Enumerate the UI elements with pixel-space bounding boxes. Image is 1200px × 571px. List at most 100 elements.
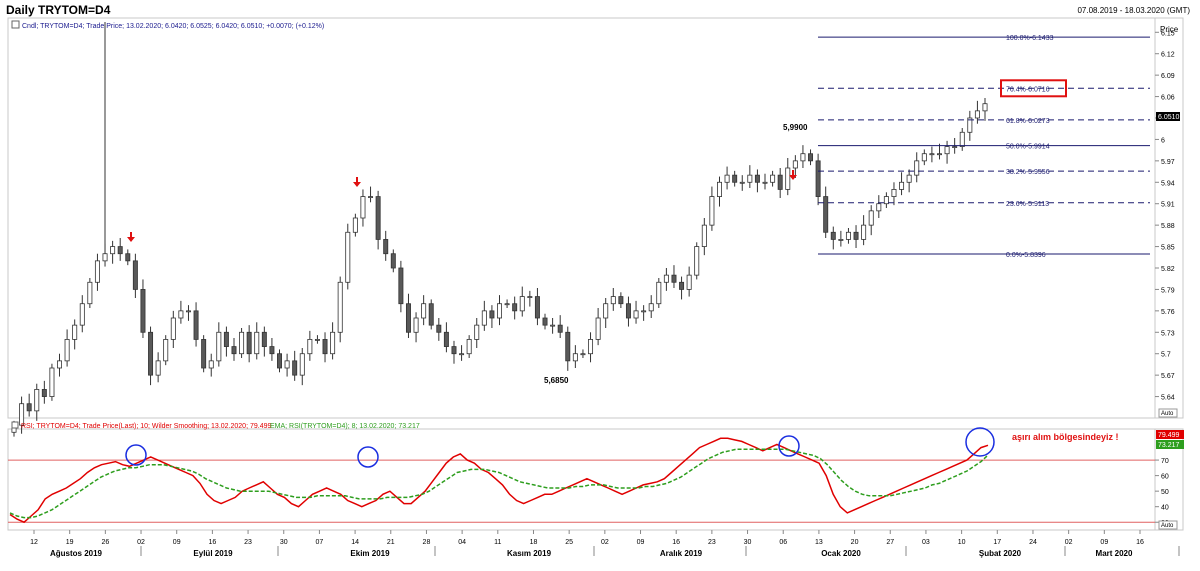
candle [246, 331, 252, 355]
candle [618, 296, 624, 305]
candle [732, 174, 738, 183]
candle [49, 367, 55, 397]
highlight-circle-icon [357, 446, 379, 468]
candle [284, 360, 290, 369]
candle [375, 196, 381, 240]
month-label: Ocak 2020 [821, 549, 861, 558]
candle [148, 331, 154, 376]
candle [231, 346, 237, 355]
price-tick-label: 5.97 [1161, 159, 1175, 166]
candle [178, 310, 184, 319]
candle [974, 110, 980, 119]
candle [223, 331, 229, 347]
candle [906, 174, 912, 183]
candle [102, 253, 108, 262]
price-tick-label: 6.09 [1161, 73, 1175, 80]
candle [557, 324, 563, 333]
rsi-value-label: 79.499 [1158, 432, 1180, 439]
candle [413, 317, 419, 333]
candle [140, 289, 146, 333]
candle [936, 153, 942, 156]
candle [777, 174, 783, 190]
x-tick-label: 27 [886, 539, 894, 546]
price-tick-label: 5.82 [1161, 266, 1175, 273]
candle [944, 146, 950, 155]
candle [443, 331, 449, 347]
candle [132, 260, 138, 290]
candle [823, 196, 829, 233]
fib-label: 0.0%-5.8396 [1006, 252, 1046, 259]
candle [595, 317, 601, 340]
candle [679, 281, 685, 290]
candle [572, 353, 578, 362]
x-tick-label: 06 [779, 539, 787, 546]
candle [792, 160, 798, 169]
candle [79, 303, 85, 326]
candle [838, 239, 844, 241]
candle [815, 160, 821, 197]
candle [982, 103, 988, 112]
candle [307, 339, 313, 355]
candle [633, 310, 639, 319]
candle [527, 296, 533, 298]
candle [208, 360, 214, 369]
x-tick-label: 04 [458, 539, 466, 546]
candle [398, 267, 404, 305]
candle [641, 310, 647, 313]
candle [155, 360, 161, 376]
candle [808, 153, 814, 162]
fib-label: 61.8%-6.0273 [1006, 118, 1050, 125]
fib-label: 23.6%-5.9113 [1006, 201, 1049, 208]
month-label: Ağustos 2019 [50, 549, 103, 558]
candle [709, 196, 715, 226]
x-tick-label: 02 [601, 539, 609, 546]
price-tick-label: 6.06 [1161, 95, 1175, 102]
candle [762, 181, 768, 184]
candle [868, 210, 874, 226]
candle [663, 274, 669, 283]
candle [125, 253, 131, 262]
x-tick-label: 16 [208, 539, 216, 546]
candle [170, 317, 176, 340]
candle [739, 181, 745, 184]
highlight-circle-icon [125, 444, 147, 466]
candle [853, 231, 859, 240]
candle [534, 296, 540, 319]
candle [451, 346, 457, 355]
x-tick-label: 11 [494, 539, 501, 546]
candle [921, 153, 927, 162]
x-tick-label: 21 [387, 539, 395, 546]
price-tick-label: 6 [1161, 137, 1165, 144]
candle [625, 303, 631, 319]
candle [603, 303, 609, 319]
x-tick-label: 09 [1100, 539, 1108, 546]
candle [899, 181, 905, 190]
peak-annotation: 5,9900 [783, 123, 808, 132]
price-legend: Cndl; TRYTOM=D4; Trade Price; 13.02.2020… [22, 23, 324, 30]
candle [41, 389, 47, 397]
x-tick-label: 30 [744, 539, 752, 546]
candle [610, 296, 616, 305]
highlight-circle-icon [965, 427, 995, 457]
last-price-label: 6.0510 [1158, 114, 1180, 121]
candle [390, 253, 396, 269]
candle [87, 281, 93, 305]
fib-label: 50.0%-5.9914 [1006, 144, 1050, 151]
candle [117, 246, 123, 255]
candle [550, 324, 556, 327]
candle [94, 260, 100, 283]
x-tick-label: 10 [958, 539, 966, 546]
candle [724, 174, 730, 183]
candle [269, 346, 275, 355]
x-tick-label: 24 [1029, 539, 1037, 546]
candle [436, 324, 442, 333]
candle [345, 231, 351, 283]
candle [57, 360, 63, 369]
candle [193, 310, 199, 340]
x-tick-label: 02 [1065, 539, 1073, 546]
down-arrow-icon [353, 177, 361, 187]
x-tick-label: 30 [280, 539, 288, 546]
candle [474, 324, 480, 340]
x-tick-label: 09 [173, 539, 181, 546]
overbought-annotation: aşırı alım bölgesindeyiz ! [1012, 432, 1119, 442]
